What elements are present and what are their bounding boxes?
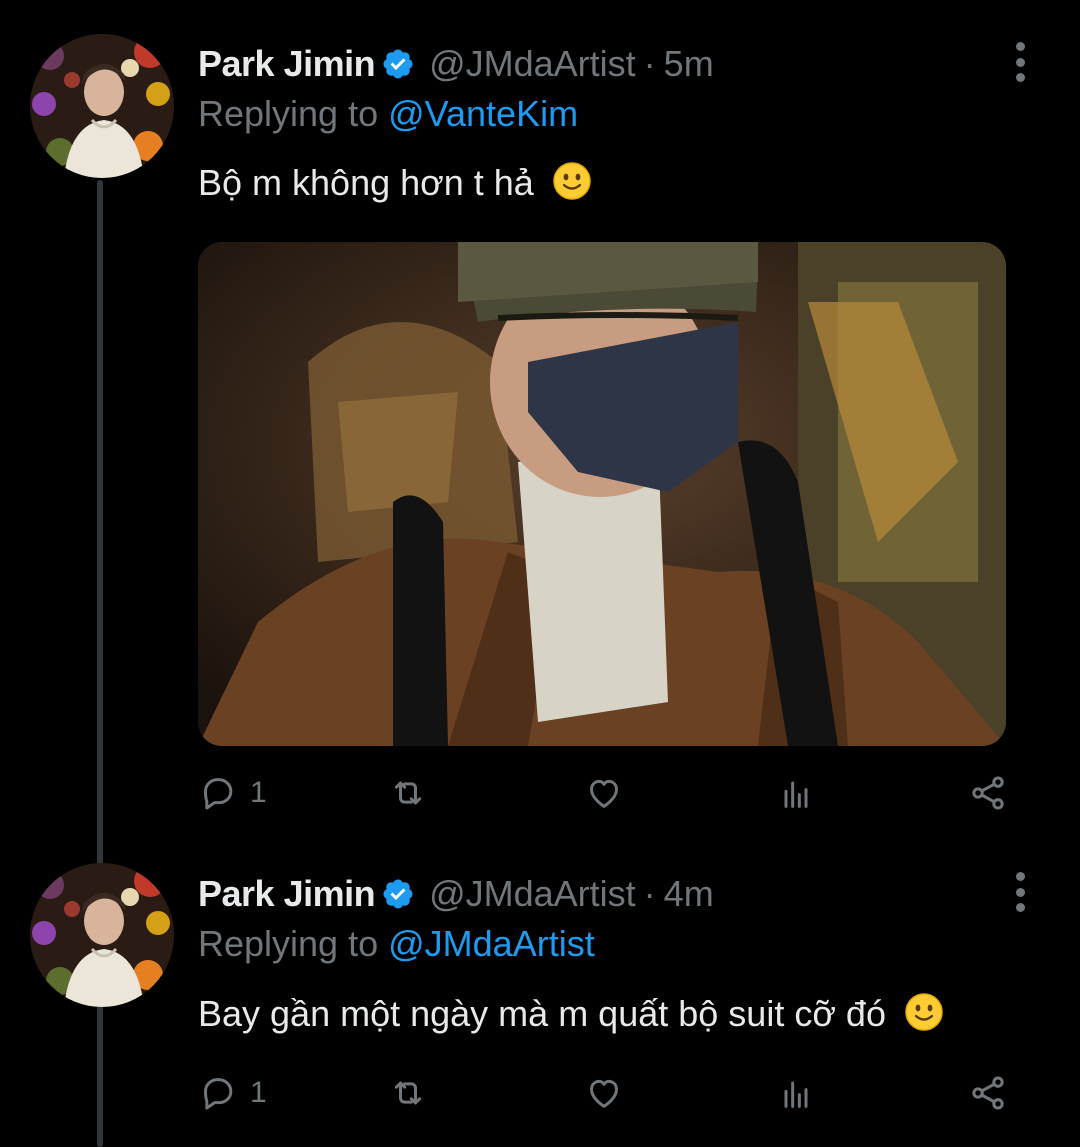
reply-count: 1 [250,1076,267,1109]
timestamp[interactable]: 4m [664,872,714,916]
replying-prefix: Replying to [198,93,379,134]
tweet-header: Park Jimin @JMdaArtist · 4m [198,872,714,916]
replying-prefix: Replying to [198,923,379,964]
mention-link[interactable]: @VanteKim [388,93,578,134]
slightly-smiling-face-icon [553,162,591,200]
thread-view: Park Jimin @JMdaArtist · 5m Replying to … [0,0,1080,1147]
more-vertical-icon[interactable] [1008,872,1032,912]
replying-to: Replying to @JMdaArtist [198,922,595,966]
reply-button[interactable]: 1 [198,1068,267,1118]
more-vertical-icon[interactable] [1008,42,1032,82]
share-icon [972,776,1004,810]
retweet-icon [394,781,422,805]
verified-badge-icon [383,879,413,909]
share-icon [972,1076,1004,1110]
verified-badge-icon [383,49,413,79]
views-button[interactable] [776,1068,816,1118]
retweet-icon [394,1081,422,1105]
heart-icon [590,779,618,808]
share-button[interactable] [968,1068,1008,1118]
analytics-icon [784,781,808,808]
mention-link[interactable]: @JMdaArtist [388,923,595,964]
replying-to: Replying to @VanteKim [198,92,578,136]
tweet-text: Bộ m không hơn t hả [198,160,592,206]
handle[interactable]: @JMdaArtist [429,872,636,916]
reply-button[interactable]: 1 [198,768,267,818]
tweet[interactable]: Park Jimin @JMdaArtist · 4m Replying to … [0,830,1080,1147]
avatar[interactable] [30,863,174,1007]
display-name[interactable]: Park Jimin [198,42,376,86]
views-button[interactable] [776,768,816,818]
avatar[interactable] [30,34,174,178]
tweet-text: Bay gần một ngày mà m quất bộ suit cỡ đó [198,991,944,1037]
retweet-button[interactable] [388,768,428,818]
analytics-icon [784,1081,808,1108]
tweet-media-photo[interactable] [198,242,1006,746]
tweet-text-content: Bộ m không hơn t hả [198,162,534,203]
reply-icon [204,1078,233,1110]
tweet-actions: 1 [198,1068,1018,1118]
tweet-text-content: Bay gần một ngày mà m quất bộ suit cỡ đó [198,993,886,1034]
timestamp[interactable]: 5m [664,42,714,86]
retweet-button[interactable] [388,1068,428,1118]
separator: · [643,873,656,914]
separator: · [643,43,656,84]
reply-count: 1 [250,776,267,809]
like-button[interactable] [584,768,624,818]
tweet[interactable]: Park Jimin @JMdaArtist · 5m Replying to … [0,0,1080,830]
tweet-header: Park Jimin @JMdaArtist · 5m [198,42,714,86]
like-button[interactable] [584,1068,624,1118]
reply-icon [204,778,233,810]
display-name[interactable]: Park Jimin [198,872,376,916]
tweet-actions: 1 [198,768,1018,818]
handle[interactable]: @JMdaArtist [429,42,636,86]
share-button[interactable] [968,768,1008,818]
heart-icon [590,1079,618,1108]
slightly-smiling-face-icon [905,993,943,1031]
